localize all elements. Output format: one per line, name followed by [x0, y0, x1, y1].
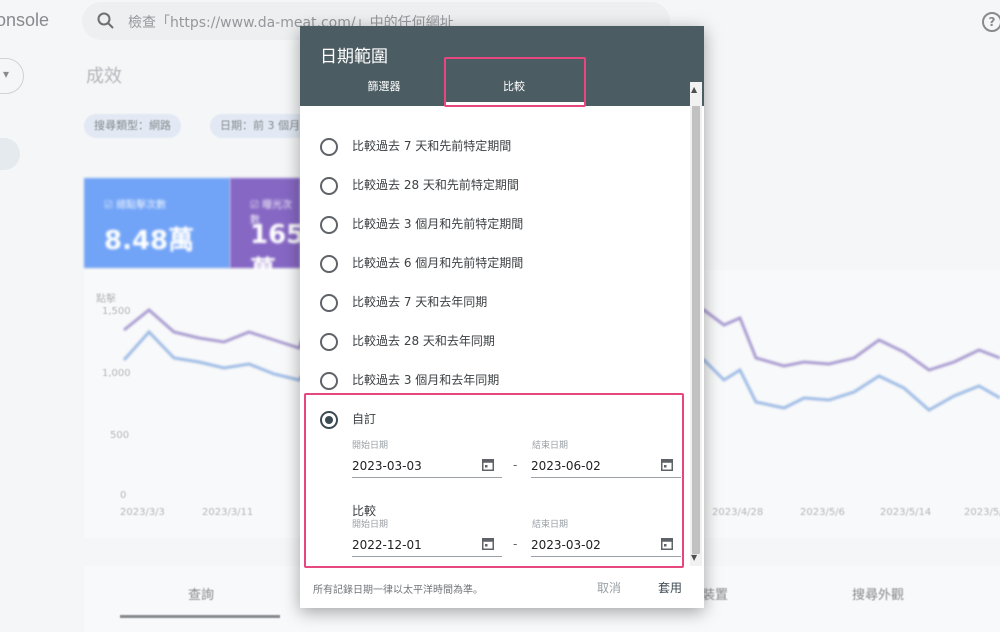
calendar-icon[interactable]	[482, 458, 494, 471]
end-date-value: 2023-06-02	[531, 459, 601, 473]
radio-button[interactable]	[320, 255, 338, 273]
option-label: 比較過去 7 天和去年同期	[352, 295, 488, 309]
option-label: 比較過去 3 個月和先前特定期間	[352, 217, 524, 231]
date-separator: -	[513, 458, 518, 472]
highlight-compare-tab	[444, 57, 586, 107]
calendar-icon[interactable]	[661, 537, 673, 550]
scrollbar-thumb[interactable]	[692, 106, 700, 554]
option-label: 比較過去 3 個月和去年同期	[352, 373, 500, 387]
option-label: 比較過去 7 天和先前特定期間	[352, 139, 512, 153]
compare-start-date-field[interactable]: 2022-12-01	[352, 534, 502, 557]
end-date-field[interactable]: 2023-06-02	[531, 455, 681, 478]
option-label: 比較過去 28 天和先前特定期間	[352, 178, 519, 192]
option-label: 比較過去 6 個月和先前特定期間	[352, 256, 524, 270]
scroll-down-icon[interactable]: ▼	[691, 553, 697, 562]
scroll-up-icon[interactable]: ▲	[691, 85, 697, 94]
cancel-button[interactable]: 取消	[597, 579, 621, 596]
radio-button[interactable]	[320, 216, 338, 234]
date-separator: -	[513, 537, 518, 551]
radio-button[interactable]	[320, 138, 338, 156]
start-date-value: 2023-03-03	[352, 459, 422, 473]
dialog-title: 日期範圍	[320, 47, 388, 67]
start-date-label: 開始日期	[352, 441, 389, 451]
compare-start-date-value: 2022-12-01	[352, 538, 422, 552]
compare-end-date-label: 結束日期	[532, 520, 569, 530]
radio-button[interactable]	[320, 294, 338, 312]
compare-start-date-label: 開始日期	[352, 520, 389, 530]
calendar-icon[interactable]	[482, 537, 494, 550]
option-label: 比較過去 28 天和去年同期	[352, 334, 495, 348]
compare-end-date-field[interactable]: 2023-03-02	[531, 534, 681, 557]
apply-button[interactable]: 套用	[658, 579, 682, 596]
radio-button[interactable]	[320, 333, 338, 351]
end-date-label: 結束日期	[532, 441, 569, 451]
timezone-note: 所有記錄日期一律以太平洋時間為準。	[313, 585, 483, 596]
calendar-icon[interactable]	[661, 458, 673, 471]
tab-filters[interactable]: 篩選器	[324, 78, 444, 94]
start-date-field[interactable]: 2023-03-03	[352, 455, 502, 478]
radio-button-selected[interactable]	[320, 411, 338, 429]
compare-end-date-value: 2023-03-02	[531, 538, 601, 552]
radio-button[interactable]	[320, 177, 338, 195]
option-label: 自訂	[352, 412, 377, 426]
radio-button[interactable]	[320, 372, 338, 390]
